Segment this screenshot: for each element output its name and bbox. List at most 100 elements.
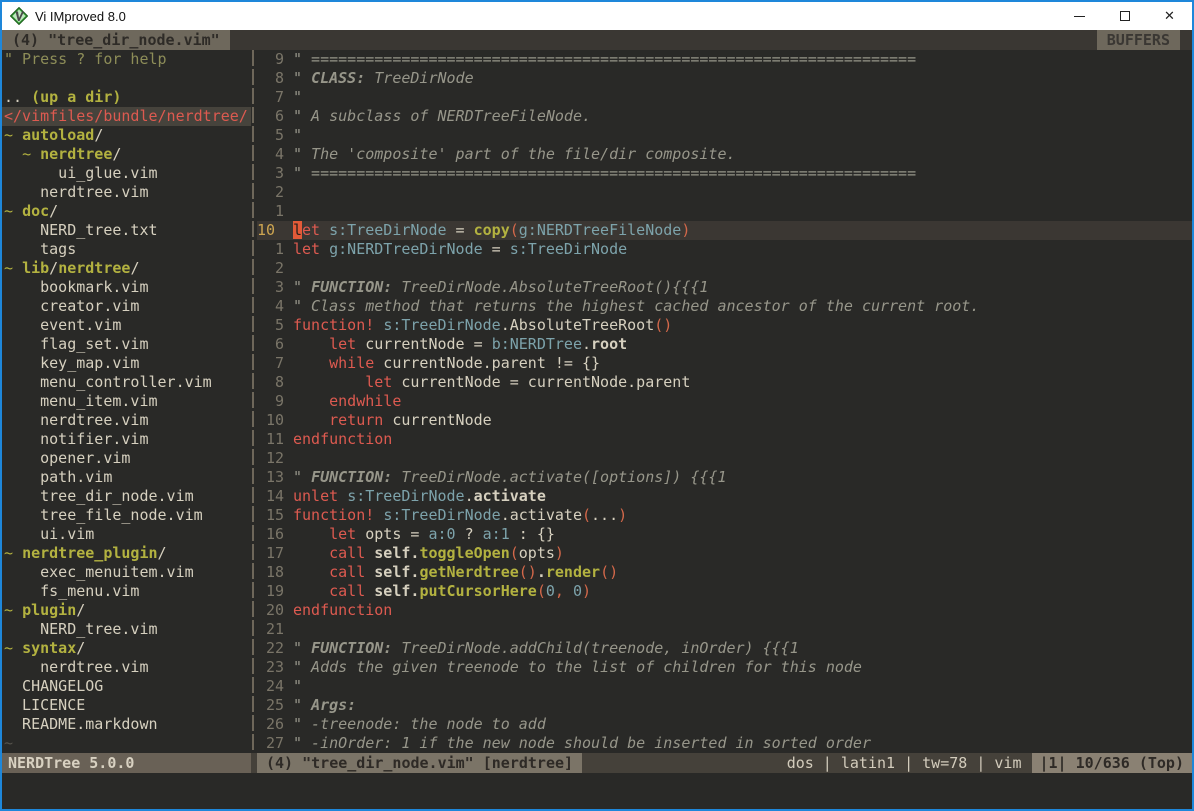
nerdtree-item[interactable]: menu_controller.vim xyxy=(2,373,251,392)
statusline-fileinfo: dos | latin1 | tw=78 | vim xyxy=(787,753,1032,773)
nerdtree-item[interactable]: ~ nerdtree_plugin/ xyxy=(2,544,251,563)
code-line[interactable]: 1 xyxy=(257,202,1192,221)
code-line[interactable]: 27" -inOrder: 1 if the new node should b… xyxy=(257,734,1192,753)
text-segment: s:TreeDirNode xyxy=(383,316,500,334)
code-line[interactable]: 4" Class method that returns the highest… xyxy=(257,297,1192,316)
code-line[interactable]: 6" A subclass of NERDTreeFileNode. xyxy=(257,107,1192,126)
close-button[interactable]: ✕ xyxy=(1147,2,1192,30)
statusline-ruler: |1| 10/636 (Top) xyxy=(1032,753,1193,773)
code-line[interactable]: 7" xyxy=(257,88,1192,107)
line-number: 15 xyxy=(257,506,284,525)
nerdtree-item[interactable]: tree_dir_node.vim xyxy=(2,487,251,506)
code-line[interactable]: 17 call self.toggleOpen(opts) xyxy=(257,544,1192,563)
nerdtree-item[interactable]: ~ nerdtree/ xyxy=(2,145,251,164)
code-line[interactable]: 9" =====================================… xyxy=(257,50,1192,69)
nerdtree-item[interactable]: NERD_tree.vim xyxy=(2,620,251,639)
nerdtree-item[interactable]: README.markdown xyxy=(2,715,251,734)
nerdtree-item[interactable]: tags xyxy=(2,240,251,259)
text-segment xyxy=(4,145,22,163)
nerdtree-item[interactable]: key_map.vim xyxy=(2,354,251,373)
nerdtree-item[interactable]: ui.vim xyxy=(2,525,251,544)
code-line[interactable]: 15function! s:TreeDirNode.activate(...) xyxy=(257,506,1192,525)
nerdtree-item[interactable]: ~ lib/nerdtree/ xyxy=(2,259,251,278)
text-segment: plugin xyxy=(22,601,76,619)
code-line[interactable]: 19 call self.putCursorHere(0, 0) xyxy=(257,582,1192,601)
maximize-button[interactable] xyxy=(1102,2,1147,30)
code-line[interactable]: 3" =====================================… xyxy=(257,164,1192,183)
text-segment: path.vim xyxy=(4,468,112,486)
nerdtree-item[interactable]: notifier.vim xyxy=(2,430,251,449)
nerdtree-item[interactable]: ~ autoload/ xyxy=(2,126,251,145)
code-line[interactable]: 25" Args: xyxy=(257,696,1192,715)
code-line[interactable]: 3" FUNCTION: TreeDirNode.AbsoluteTreeRoo… xyxy=(257,278,1192,297)
nerdtree-item[interactable]: ~ plugin/ xyxy=(2,601,251,620)
nerdtree-item[interactable]: </vimfiles/bundle/nerdtree/ xyxy=(2,107,251,126)
text-segment: " ======================================… xyxy=(293,50,916,68)
nerdtree-item[interactable]: nerdtree.vim xyxy=(2,411,251,430)
code-line[interactable]: 18 call self.getNerdtree().render() xyxy=(257,563,1192,582)
nerdtree-item[interactable] xyxy=(2,69,251,88)
text-segment xyxy=(338,487,347,505)
text-segment: a:0 xyxy=(428,525,455,543)
text-segment xyxy=(374,316,383,334)
code-line[interactable]: 26" -treenode: the node to add xyxy=(257,715,1192,734)
nerdtree-item[interactable]: opener.vim xyxy=(2,449,251,468)
nerdtree-item[interactable]: " Press ? for help xyxy=(2,50,251,69)
code-line[interactable]: 4" The 'composite' part of the file/dir … xyxy=(257,145,1192,164)
nerdtree-item[interactable]: NERD_tree.txt xyxy=(2,221,251,240)
nerdtree-item[interactable]: ui_glue.vim xyxy=(2,164,251,183)
nerdtree-item[interactable]: menu_item.vim xyxy=(2,392,251,411)
nerdtree-item[interactable]: tree_file_node.vim xyxy=(2,506,251,525)
text-segment: ) xyxy=(618,506,627,524)
code-line[interactable]: 8 let currentNode = currentNode.parent xyxy=(257,373,1192,392)
code-line[interactable]: 21 xyxy=(257,620,1192,639)
nerdtree-item[interactable]: path.vim xyxy=(2,468,251,487)
code-line[interactable]: 1let g:NERDTreeDirNode = s:TreeDirNode xyxy=(257,240,1192,259)
code-line[interactable]: 8" CLASS: TreeDirNode xyxy=(257,69,1192,88)
nerdtree-item[interactable]: flag_set.vim xyxy=(2,335,251,354)
nerdtree-item[interactable]: fs_menu.vim xyxy=(2,582,251,601)
minimize-button[interactable] xyxy=(1057,2,1102,30)
code-line[interactable]: 9 endwhile xyxy=(257,392,1192,411)
nerdtree-item[interactable]: nerdtree.vim xyxy=(2,658,251,677)
nerdtree-item[interactable]: event.vim xyxy=(2,316,251,335)
nerdtree-item[interactable]: bookmark.vim xyxy=(2,278,251,297)
tabline-fill xyxy=(230,30,1097,50)
code-line[interactable]: 24" xyxy=(257,677,1192,696)
code-line[interactable]: 20endfunction xyxy=(257,601,1192,620)
code-line[interactable]: 5function! s:TreeDirNode.AbsoluteTreeRoo… xyxy=(257,316,1192,335)
code-line[interactable]: 10 return currentNode xyxy=(257,411,1192,430)
code-line[interactable]: 5" xyxy=(257,126,1192,145)
editor-buffer[interactable]: 9" =====================================… xyxy=(257,50,1192,753)
nerdtree-item[interactable]: .. (up a dir) xyxy=(2,88,251,107)
code-line[interactable]: 10let s:TreeDirNode = copy(g:NERDTreeFil… xyxy=(257,221,1192,240)
code-line[interactable]: 12 xyxy=(257,449,1192,468)
code-line[interactable]: 11endfunction xyxy=(257,430,1192,449)
nerdtree-item[interactable]: ~ syntax/ xyxy=(2,639,251,658)
code-line[interactable]: 22" FUNCTION: TreeDirNode.addChild(treen… xyxy=(257,639,1192,658)
code-line[interactable]: 14unlet s:TreeDirNode.activate xyxy=(257,487,1192,506)
text-segment: let xyxy=(293,240,320,258)
tab-current-buffer[interactable]: (4) "tree_dir_node.vim" xyxy=(2,30,230,50)
text-segment: endfunction xyxy=(293,430,392,448)
text-segment: </vimfiles/bundle/nerdtree/ xyxy=(4,107,248,125)
text-segment: " The 'composite' part of the file/dir c… xyxy=(293,145,736,163)
nerdtree-item[interactable]: ~ xyxy=(2,734,251,753)
code-line[interactable]: 2 xyxy=(257,183,1192,202)
code-line[interactable]: 13" FUNCTION: TreeDirNode.activate([opti… xyxy=(257,468,1192,487)
text-segment: g:NERDTreeFileNode xyxy=(519,221,682,239)
nerdtree-item[interactable]: exec_menuitem.vim xyxy=(2,563,251,582)
code-line[interactable]: 23" Adds the given treenode to the list … xyxy=(257,658,1192,677)
code-line[interactable]: 6 let currentNode = b:NERDTree.root xyxy=(257,335,1192,354)
nerdtree-item[interactable]: nerdtree.vim xyxy=(2,183,251,202)
nerdtree-item[interactable]: ~ doc/ xyxy=(2,202,251,221)
code-line[interactable]: 2 xyxy=(257,259,1192,278)
nerdtree-item[interactable]: CHANGELOG xyxy=(2,677,251,696)
nerdtree-item[interactable]: creator.vim xyxy=(2,297,251,316)
nerdtree-item[interactable]: LICENCE xyxy=(2,696,251,715)
code-line[interactable]: 7 while currentNode.parent != {} xyxy=(257,354,1192,373)
code-line[interactable]: 16 let opts = a:0 ? a:1 : {} xyxy=(257,525,1192,544)
text-segment: README.markdown xyxy=(4,715,158,733)
nerdtree-panel[interactable]: " Press ? for help .. (up a dir)</vimfile… xyxy=(2,50,251,753)
command-line[interactable] xyxy=(2,773,1192,809)
